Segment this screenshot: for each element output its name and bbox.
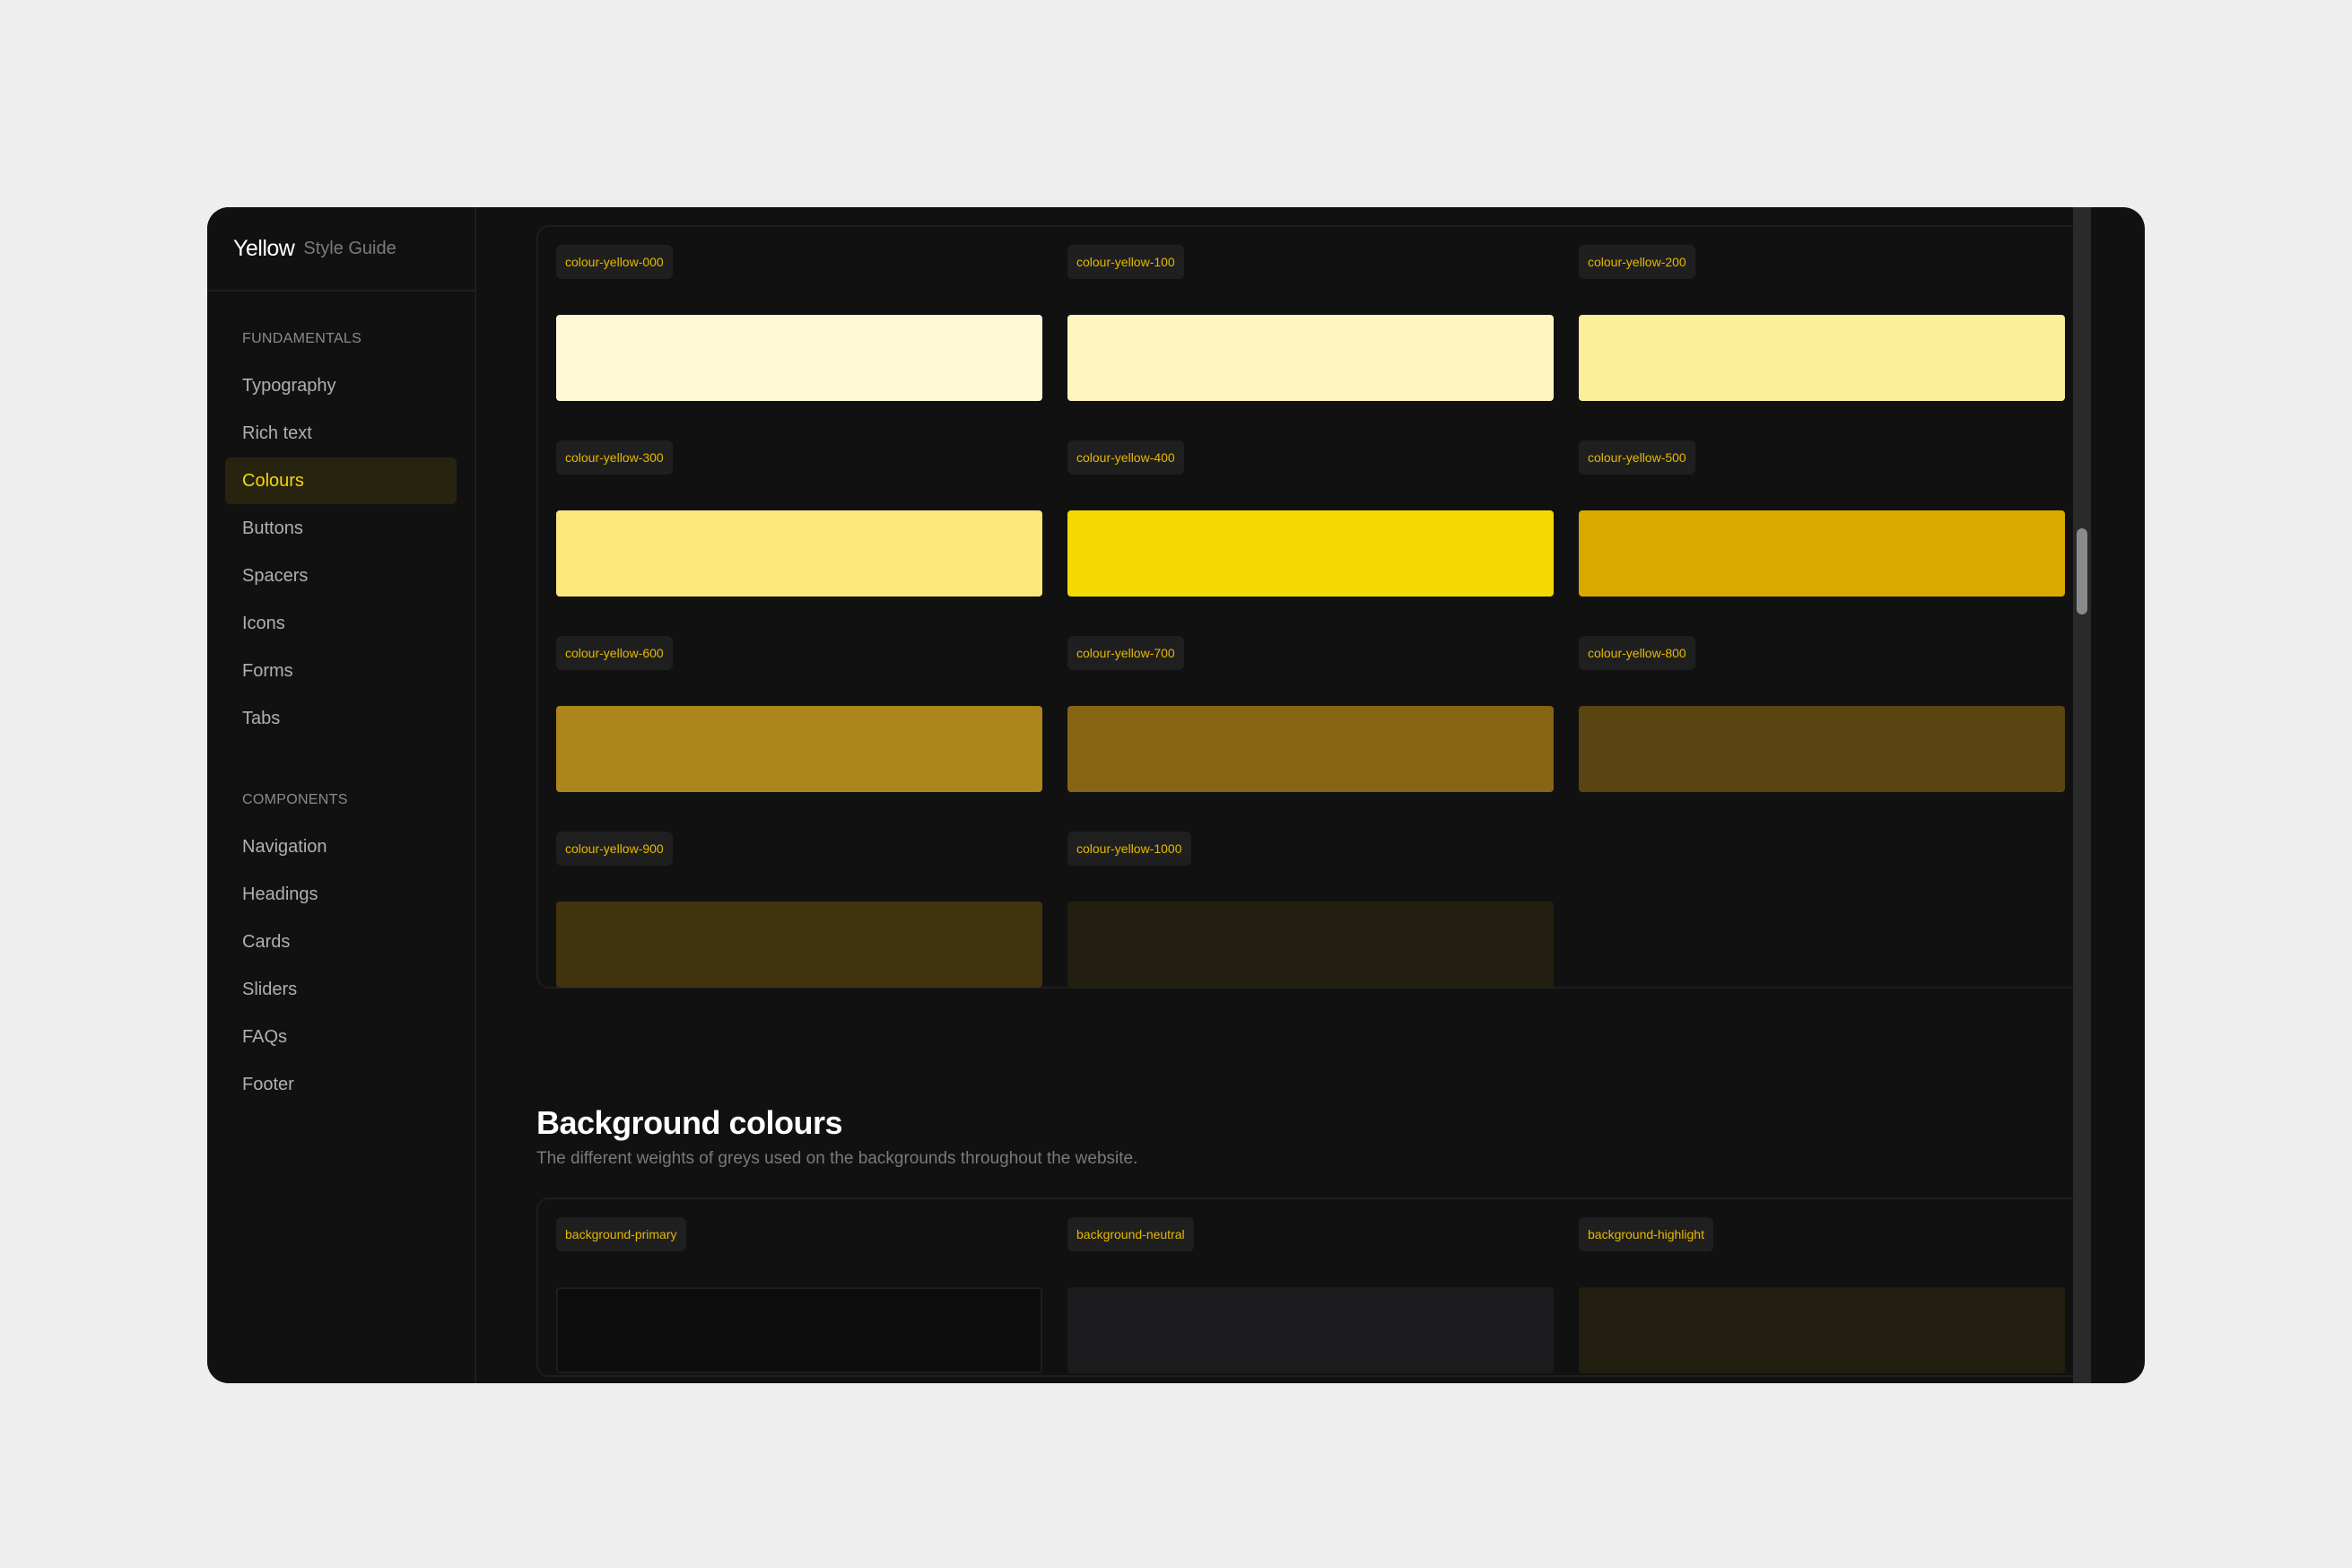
sidebar-item-spacers[interactable]: Spacers (225, 553, 457, 599)
swatch-tag: background-neutral (1067, 1217, 1194, 1251)
nav-heading-fundamentals: FUNDAMENTALS (242, 331, 362, 346)
swatch-card: colour-yellow-1000 (1067, 832, 1554, 988)
swatch-tag: background-highlight (1579, 1217, 1713, 1251)
brand-name: Yellow (233, 235, 295, 261)
sidebar: Yellow Style Guide FUNDAMENTALS Typograp… (207, 207, 476, 1383)
swatch-tag: colour-yellow-200 (1579, 245, 1695, 279)
swatch-tag: colour-yellow-600 (556, 636, 673, 670)
background-swatch-panel: background-primary background-neutral ba… (536, 1198, 2085, 1377)
sidebar-item-cards[interactable]: Cards (225, 919, 457, 965)
colour-swatch (1067, 706, 1554, 792)
colour-swatch (1067, 315, 1554, 401)
swatch-tag: background-primary (556, 1217, 686, 1251)
sidebar-item-headings[interactable]: Headings (225, 871, 457, 918)
colour-swatch (1579, 706, 2065, 792)
swatch-card: colour-yellow-000 (556, 245, 1042, 401)
swatch-card: background-neutral (1067, 1217, 1554, 1373)
swatch-card: background-highlight (1579, 1217, 2065, 1373)
colour-swatch (556, 510, 1042, 597)
swatch-card: background-primary (556, 1217, 1042, 1373)
colour-swatch (1579, 510, 2065, 597)
brand[interactable]: Yellow Style Guide (207, 207, 475, 292)
colour-swatch (556, 1287, 1042, 1373)
sidebar-item-typography[interactable]: Typography (225, 362, 457, 409)
app-window: Yellow Style Guide FUNDAMENTALS Typograp… (207, 207, 2145, 1383)
swatch-tag: colour-yellow-900 (556, 832, 673, 866)
swatch-card: colour-yellow-900 (556, 832, 1042, 988)
sidebar-item-footer[interactable]: Footer (225, 1061, 457, 1108)
swatch-tag: colour-yellow-800 (1579, 636, 1695, 670)
sidebar-item-buttons[interactable]: Buttons (225, 505, 457, 552)
sidebar-item-navigation[interactable]: Navigation (225, 823, 457, 870)
swatch-card: colour-yellow-100 (1067, 245, 1554, 401)
swatch-tag: colour-yellow-400 (1067, 440, 1184, 475)
colour-swatch (556, 315, 1042, 401)
section-title: Background colours (536, 1104, 843, 1141)
nav-components: COMPONENTS Navigation Headings Cards Sli… (207, 788, 475, 1108)
colour-swatch (556, 706, 1042, 792)
nav-heading-components: COMPONENTS (242, 792, 348, 807)
swatch-tag: colour-yellow-300 (556, 440, 673, 475)
swatch-tag: colour-yellow-500 (1579, 440, 1695, 475)
swatch-card: colour-yellow-700 (1067, 636, 1554, 792)
swatch-card: colour-yellow-500 (1579, 440, 2065, 597)
swatch-tag: colour-yellow-1000 (1067, 832, 1191, 866)
section-description: The different weights of greys used on t… (536, 1149, 1138, 1168)
colour-swatch (1067, 902, 1554, 988)
sidebar-item-sliders[interactable]: Sliders (225, 966, 457, 1013)
swatch-card: colour-yellow-600 (556, 636, 1042, 792)
brand-subtitle: Style Guide (303, 238, 396, 258)
scrollbar-track[interactable] (2073, 207, 2091, 1383)
colour-swatch (1067, 1287, 1554, 1373)
nav-fundamentals: FUNDAMENTALS Typography Rich text Colour… (207, 327, 475, 742)
sidebar-item-faqs[interactable]: FAQs (225, 1014, 457, 1060)
sidebar-item-forms[interactable]: Forms (225, 648, 457, 694)
swatch-card: colour-yellow-800 (1579, 636, 2065, 792)
colour-swatch (1579, 315, 2065, 401)
sidebar-item-colours[interactable]: Colours (225, 457, 457, 504)
swatch-card: colour-yellow-300 (556, 440, 1042, 597)
swatch-tag: colour-yellow-100 (1067, 245, 1184, 279)
scrollbar-thumb[interactable] (2077, 528, 2087, 614)
colour-swatch (1579, 1287, 2065, 1373)
colour-swatch (556, 902, 1042, 988)
sidebar-item-tabs[interactable]: Tabs (225, 695, 457, 742)
swatch-card: colour-yellow-400 (1067, 440, 1554, 597)
swatch-tag: colour-yellow-700 (1067, 636, 1184, 670)
main-content: colour-yellow-000 colour-yellow-100 colo… (476, 207, 2091, 1383)
swatch-tag: colour-yellow-000 (556, 245, 673, 279)
sidebar-item-rich-text[interactable]: Rich text (225, 410, 457, 457)
swatch-card: colour-yellow-200 (1579, 245, 2065, 401)
yellow-swatch-panel: colour-yellow-000 colour-yellow-100 colo… (536, 225, 2085, 989)
sidebar-item-icons[interactable]: Icons (225, 600, 457, 647)
colour-swatch (1067, 510, 1554, 597)
